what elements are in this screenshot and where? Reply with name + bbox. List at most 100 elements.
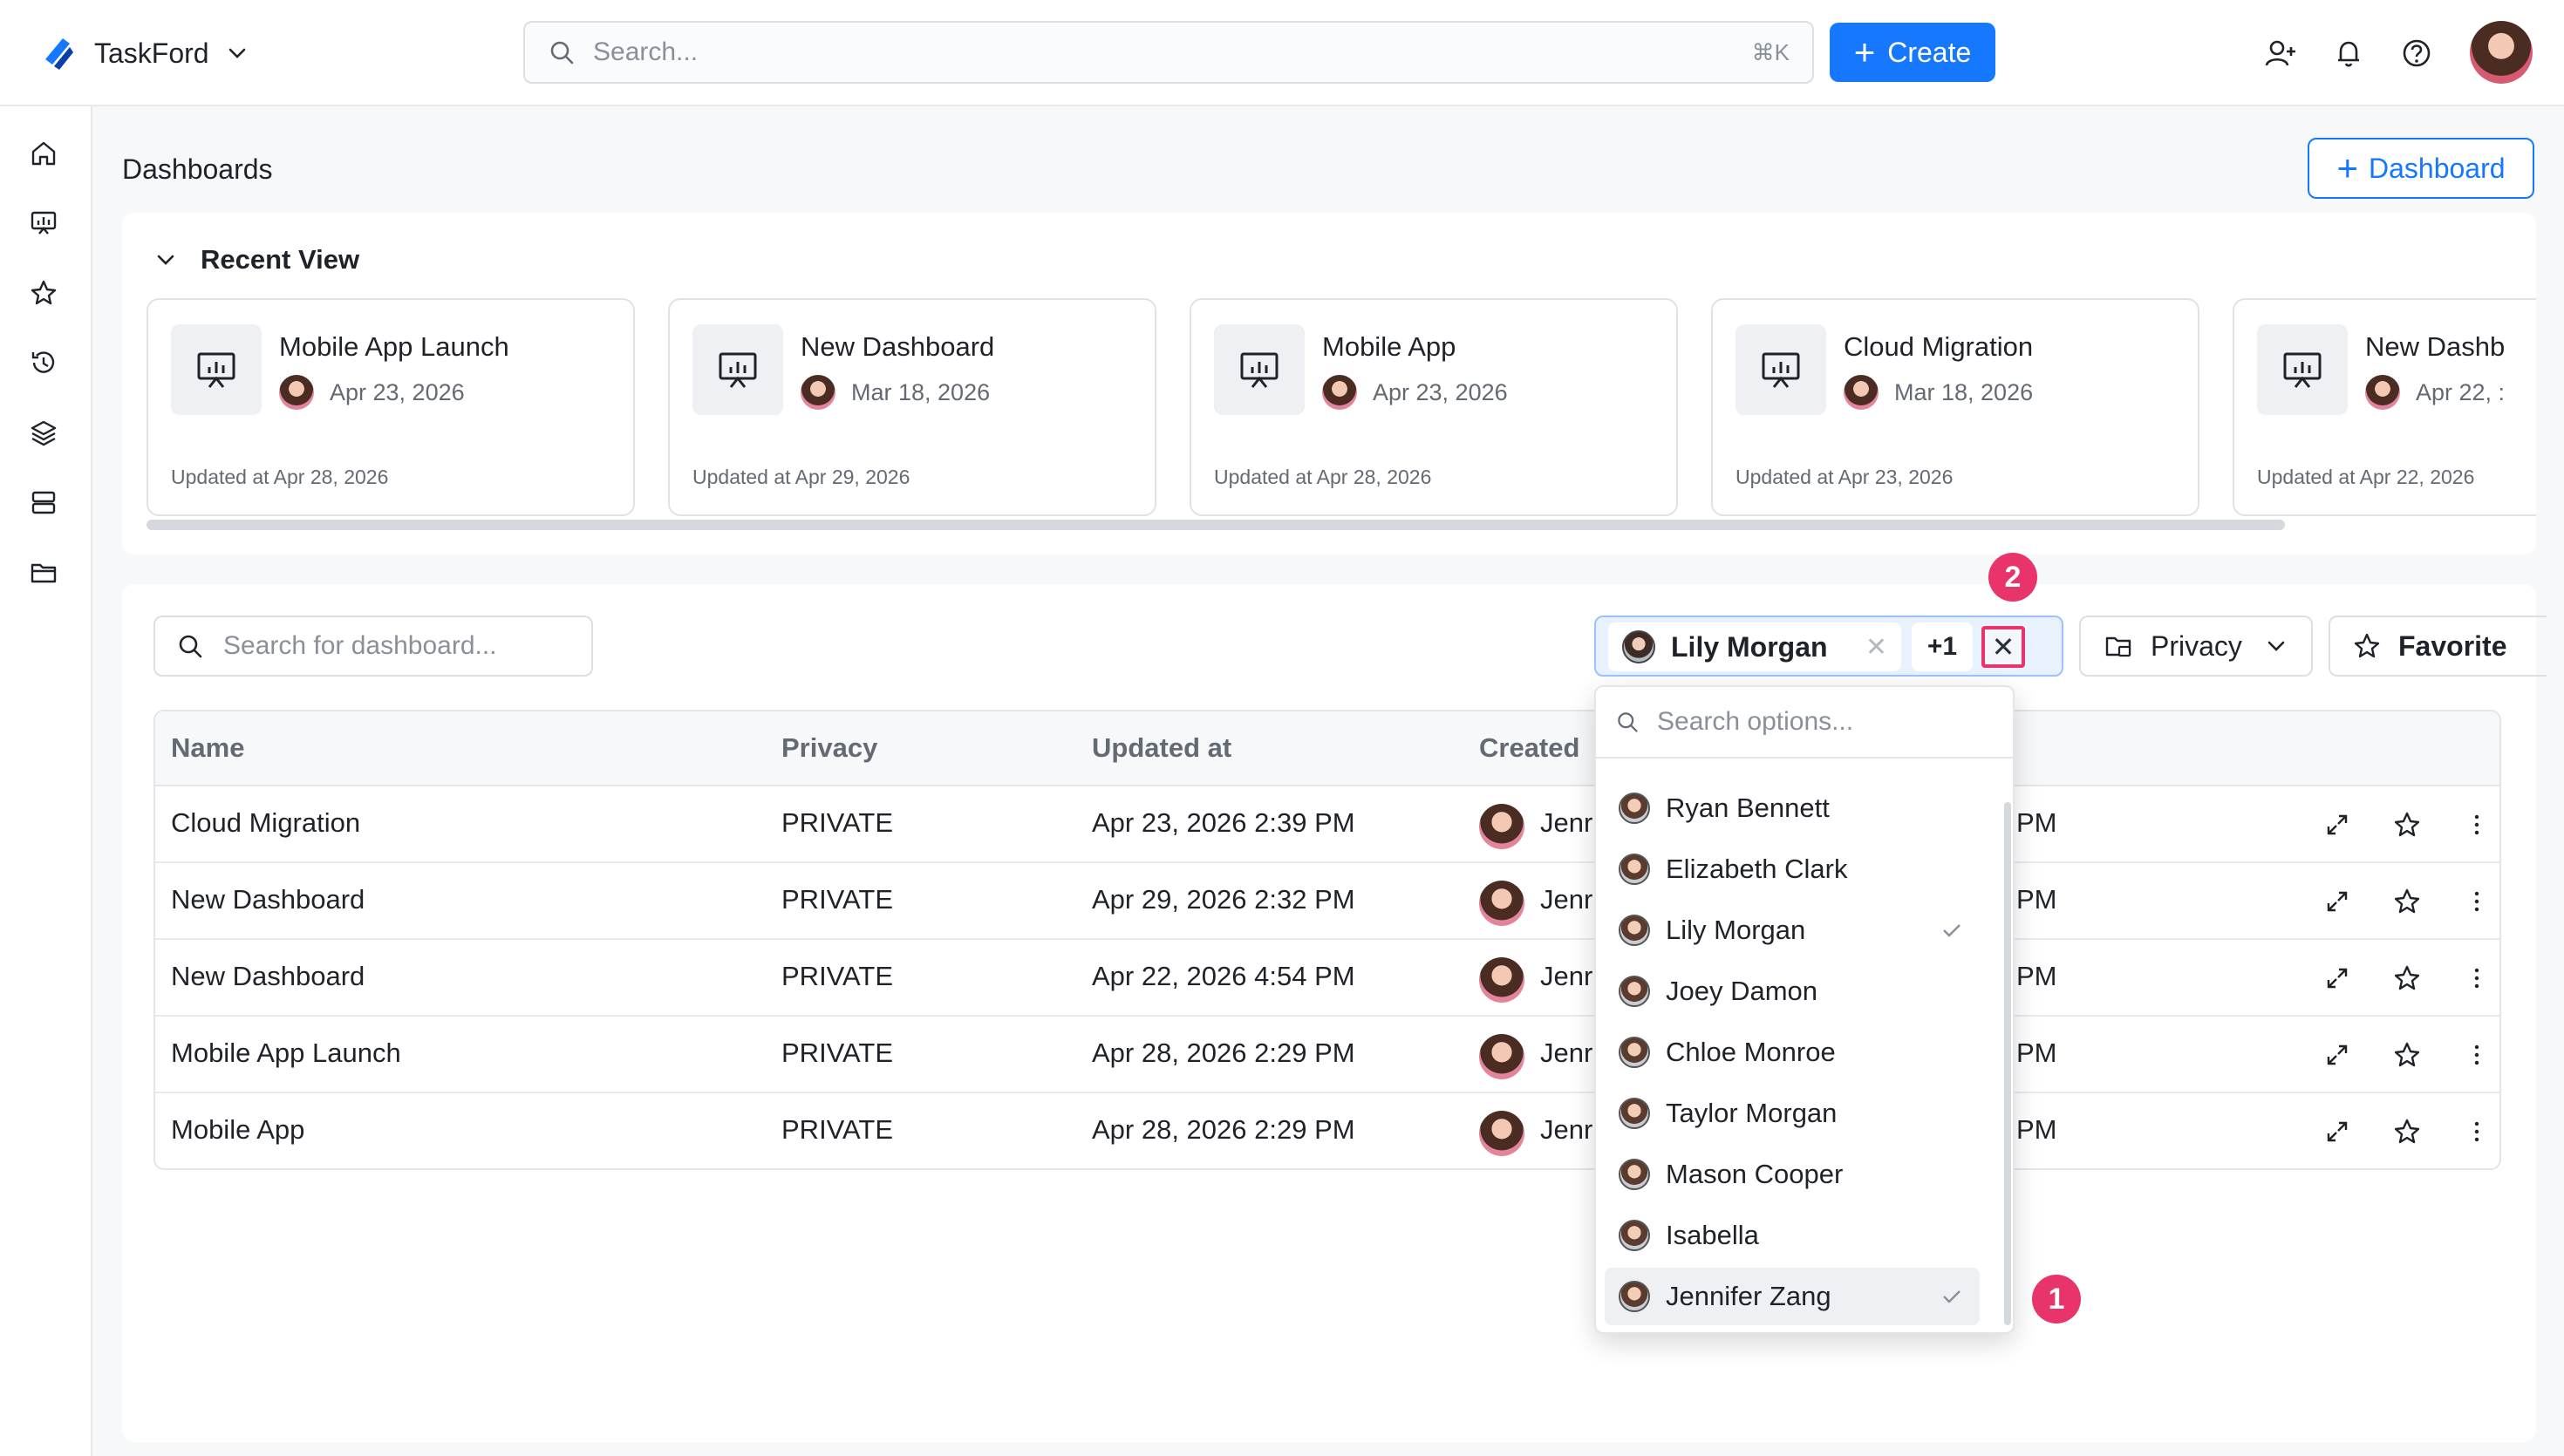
card-title: Mobile App <box>1322 331 1456 362</box>
column-header-name[interactable]: Name <box>171 732 244 764</box>
creator-avatar <box>1479 881 1524 926</box>
history-icon[interactable] <box>28 347 59 378</box>
option-item[interactable]: Mason Cooper <box>1605 1146 1980 1203</box>
recent-card[interactable]: Mobile App Launch Apr 23, 2026 Updated a… <box>147 298 635 516</box>
creator-avatar <box>1479 1034 1524 1079</box>
option-label: Taylor Morgan <box>1666 1098 1838 1128</box>
privacy-filter-label: Privacy <box>2151 629 2242 662</box>
column-header-privacy[interactable]: Privacy <box>781 732 877 764</box>
option-item[interactable]: Lily Morgan <box>1605 901 1980 959</box>
more-options-icon[interactable] <box>2461 809 2492 840</box>
table-row[interactable]: Mobile App PRIVATE Apr 28, 2026 2:29 PM … <box>155 1093 2499 1168</box>
expand-icon[interactable] <box>2322 1039 2353 1071</box>
row-name[interactable]: New Dashboard <box>171 884 365 915</box>
option-avatar <box>1619 915 1650 946</box>
dashboard-icon[interactable] <box>28 208 59 239</box>
expand-icon[interactable] <box>2322 886 2353 917</box>
add-user-icon[interactable] <box>2264 37 2297 70</box>
add-dashboard-button[interactable]: + Dashboard <box>2308 138 2534 199</box>
option-avatar <box>1619 1098 1650 1129</box>
star-icon[interactable] <box>2391 809 2423 840</box>
star-icon[interactable] <box>2391 1039 2423 1071</box>
clear-filter-button[interactable]: ✕ <box>1981 626 2025 668</box>
help-icon[interactable] <box>2400 37 2433 70</box>
expand-icon[interactable] <box>2322 1116 2353 1147</box>
horizontal-scrollbar[interactable] <box>147 520 2285 530</box>
global-search[interactable]: ⌘K <box>523 21 1814 84</box>
row-updated: Apr 22, 2026 4:54 PM <box>1092 961 1355 991</box>
dropdown-scrollbar[interactable] <box>2004 802 2011 1325</box>
global-search-input[interactable] <box>593 37 1752 67</box>
row-creator: Jenr <box>1540 1114 1593 1145</box>
recent-card[interactable]: Mobile App Apr 23, 2026 Updated at Apr 2… <box>1190 298 1678 516</box>
bell-icon[interactable] <box>2332 37 2365 70</box>
filter-chip[interactable]: Lily Morgan ✕ <box>1608 623 1901 671</box>
dashboard-search[interactable] <box>153 616 593 677</box>
plus-icon: + <box>2336 147 2358 188</box>
option-item[interactable]: Chloe Monroe <box>1605 1024 1980 1081</box>
chevron-down-icon <box>2267 641 2285 651</box>
row-name[interactable]: Mobile App <box>171 1114 304 1146</box>
favorite-filter[interactable]: Favorite <box>2329 616 2547 677</box>
row-privacy: PRIVATE <box>781 1114 894 1145</box>
more-selected-count[interactable]: +1 <box>1912 623 1973 671</box>
creator-filter[interactable]: Lily Morgan ✕ +1 ✕ <box>1594 616 2063 677</box>
expand-icon[interactable] <box>2322 809 2353 840</box>
star-icon[interactable] <box>2391 963 2423 994</box>
server-icon[interactable] <box>28 486 59 518</box>
table-row[interactable]: Mobile App Launch PRIVATE Apr 28, 2026 2… <box>155 1017 2499 1093</box>
row-created-time: PM <box>2016 1114 2057 1145</box>
row-created-time: PM <box>2016 961 2057 991</box>
row-updated: Apr 23, 2026 2:39 PM <box>1092 807 1355 838</box>
user-avatar[interactable] <box>2470 21 2533 84</box>
privacy-filter[interactable]: Privacy <box>2079 616 2313 677</box>
recent-card[interactable]: New Dashboard Mar 18, 2026 Updated at Ap… <box>668 298 1156 516</box>
more-options-icon[interactable] <box>2461 963 2492 994</box>
option-item[interactable]: Elizabeth Clark <box>1605 840 1980 898</box>
recent-card[interactable]: Cloud Migration Mar 18, 2026 Updated at … <box>1711 298 2199 516</box>
presentation-icon <box>2257 324 2348 415</box>
search-icon <box>1618 712 1638 732</box>
folder-icon[interactable] <box>28 556 59 588</box>
search-shortcut-hint: ⌘K <box>1751 38 1790 65</box>
row-name[interactable]: Mobile App Launch <box>171 1038 401 1069</box>
option-item[interactable]: Ryan Bennett <box>1605 779 1980 837</box>
create-button[interactable]: + Create <box>1830 23 1995 82</box>
recent-view-toggle[interactable]: Recent View <box>153 244 359 276</box>
more-options-icon[interactable] <box>2461 886 2492 917</box>
table-row[interactable]: Cloud Migration PRIVATE Apr 23, 2026 2:3… <box>155 786 2499 863</box>
star-icon[interactable] <box>2391 886 2423 917</box>
expand-icon[interactable] <box>2322 963 2353 994</box>
recent-view-title: Recent View <box>201 244 360 275</box>
plus-icon: + <box>1853 31 1876 72</box>
sidebar <box>0 106 92 1456</box>
card-updated: Updated at Apr 29, 2026 <box>692 466 910 488</box>
more-options-icon[interactable] <box>2461 1039 2492 1071</box>
option-item[interactable]: Jennifer Zang <box>1605 1268 1980 1325</box>
home-icon[interactable] <box>28 138 59 169</box>
column-header-updated[interactable]: Updated at <box>1092 732 1231 764</box>
star-icon[interactable] <box>2391 1116 2423 1147</box>
recent-card[interactable]: New Dashb Apr 22, : Updated at Apr 22, 2… <box>2233 298 2536 516</box>
option-item[interactable]: Isabella <box>1605 1207 1980 1264</box>
row-name[interactable]: New Dashboard <box>171 961 365 992</box>
creator-avatar <box>1479 1111 1524 1156</box>
table-row[interactable]: New Dashboard PRIVATE Apr 22, 2026 4:54 … <box>155 940 2499 1017</box>
column-header-created[interactable]: Created <box>1479 732 1579 764</box>
option-avatar <box>1619 793 1650 824</box>
more-options-icon[interactable] <box>2461 1116 2492 1147</box>
row-name[interactable]: Cloud Migration <box>171 807 360 839</box>
options-search-input[interactable] <box>1657 707 1994 737</box>
option-item[interactable]: Joey Damon <box>1605 963 1980 1020</box>
dashboard-search-input[interactable] <box>223 631 570 661</box>
dashboard-table: Name Privacy Updated at Created Cloud Mi… <box>153 710 2501 1170</box>
layers-icon[interactable] <box>28 417 59 448</box>
create-button-label: Create <box>1887 36 1972 68</box>
options-search[interactable] <box>1596 687 2013 759</box>
option-item[interactable]: Taylor Morgan <box>1605 1085 1980 1142</box>
star-icon[interactable] <box>28 277 59 309</box>
workspace-switcher[interactable]: TaskFord <box>38 31 249 75</box>
table-row[interactable]: New Dashboard PRIVATE Apr 29, 2026 2:32 … <box>155 863 2499 940</box>
remove-chip-icon[interactable]: ✕ <box>1865 632 1887 663</box>
presentation-icon <box>171 324 262 415</box>
